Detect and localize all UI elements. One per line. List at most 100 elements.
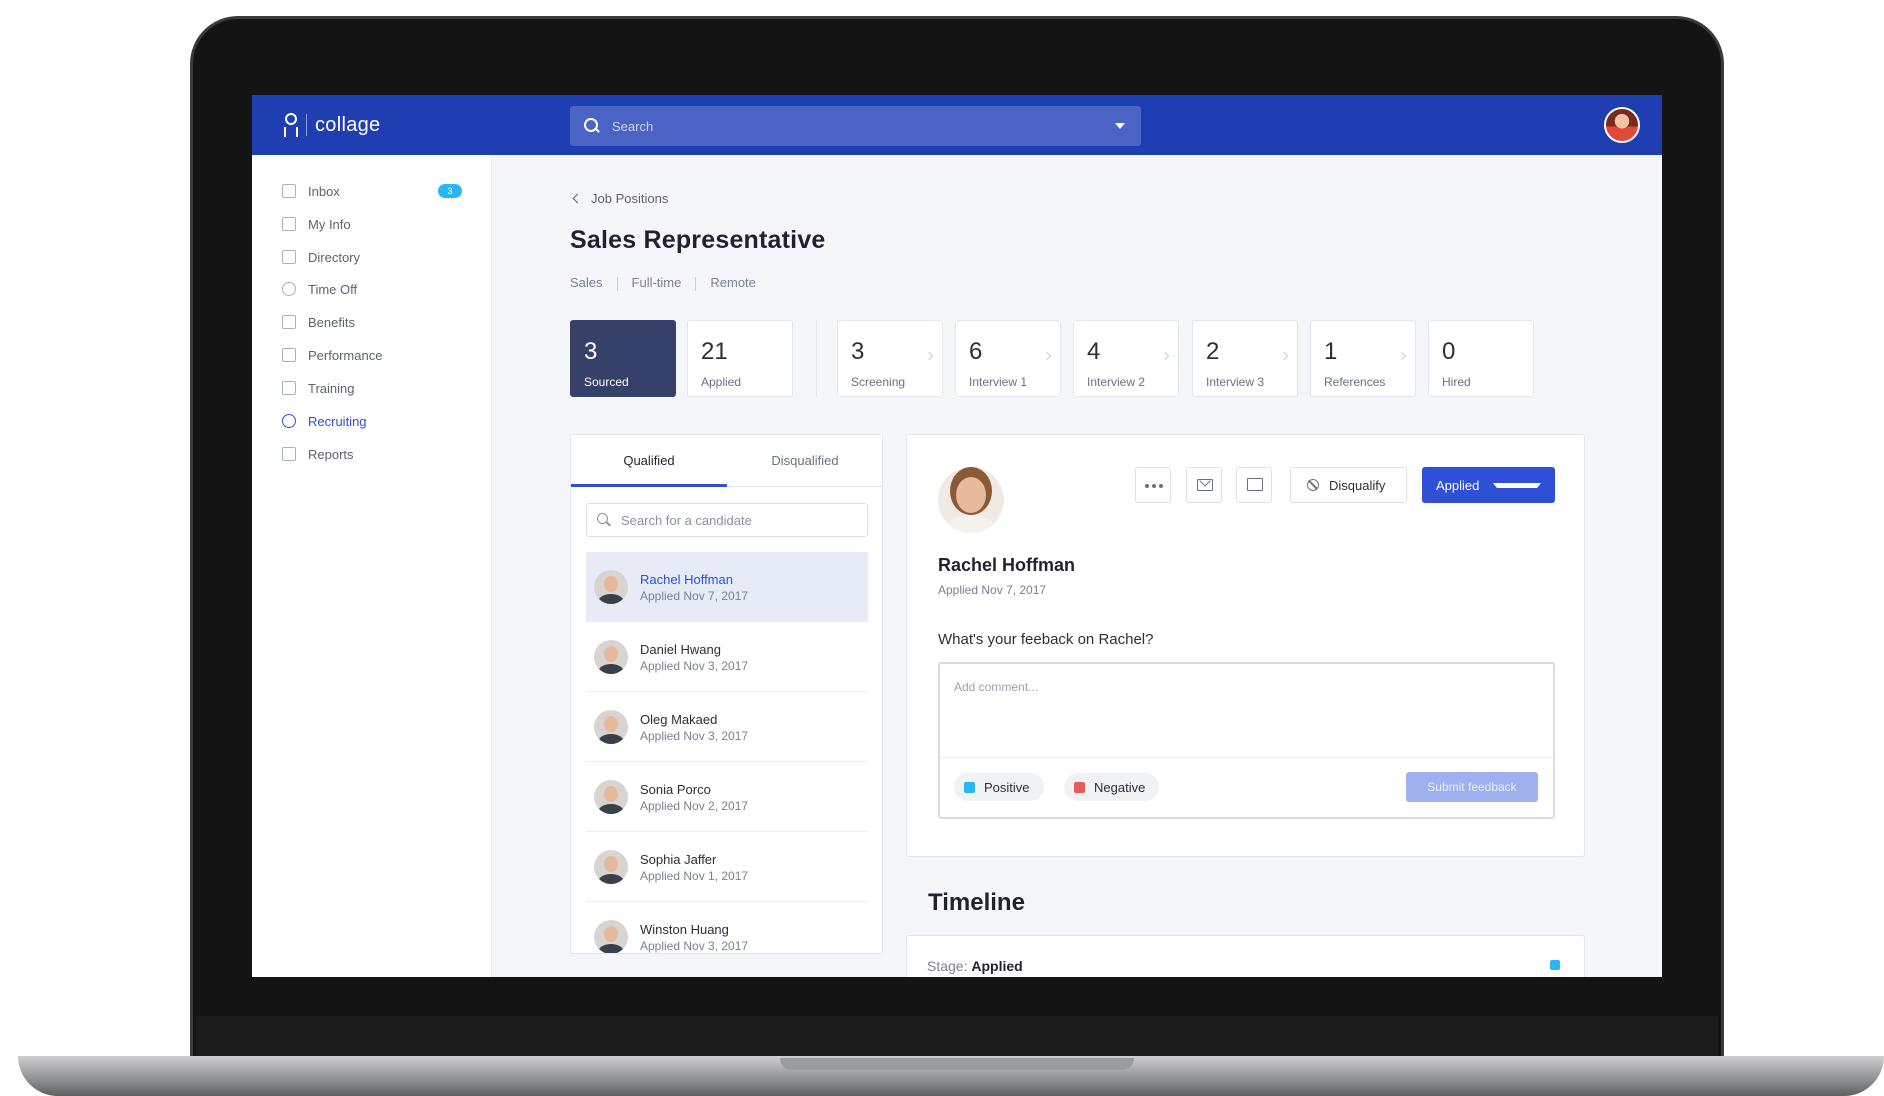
global-search[interactable]: Search bbox=[570, 106, 1141, 146]
timeline-entry: Stage: Applied bbox=[906, 935, 1585, 977]
stage-count: 0 bbox=[1442, 338, 1456, 365]
candidate-detail-name: Rachel Hoffman bbox=[938, 555, 1076, 575]
sidebar: Inbox 3 My Info Directory Time Off Benef… bbox=[252, 155, 492, 977]
job-tag-department: Sales bbox=[570, 275, 603, 290]
candidate-applied-date: Applied Nov 3, 2017 bbox=[640, 729, 749, 743]
candidate-row[interactable]: Rachel Hoffman Applied Nov 7, 2017 bbox=[586, 552, 868, 622]
sidebar-item-training[interactable]: Training bbox=[282, 378, 462, 398]
envelope-icon bbox=[1197, 479, 1213, 491]
search-icon bbox=[584, 118, 600, 134]
active-tab-indicator bbox=[571, 484, 727, 487]
timeline-stage-text: Stage: Applied bbox=[927, 958, 1023, 974]
ban-icon bbox=[1307, 479, 1319, 491]
person-icon bbox=[282, 217, 296, 231]
sidebar-item-directory[interactable]: Directory bbox=[282, 247, 462, 267]
search-input[interactable]: Search bbox=[612, 119, 1115, 134]
thumbs-down-icon bbox=[1074, 781, 1085, 793]
candidate-row[interactable]: Sonia Porco Applied Nov 2, 2017 bbox=[586, 762, 868, 832]
submit-feedback-button[interactable]: Submit feedback bbox=[1406, 772, 1538, 802]
candidate-avatar bbox=[594, 640, 628, 674]
candidate-avatar bbox=[594, 850, 628, 884]
job-tag-location: Remote bbox=[710, 275, 756, 290]
more-dots-icon bbox=[1145, 484, 1149, 488]
clock-icon bbox=[282, 282, 296, 296]
positive-button[interactable]: Positive bbox=[954, 773, 1044, 801]
chevron-right-icon bbox=[924, 351, 934, 361]
sidebar-item-time-off[interactable]: Time Off bbox=[282, 279, 462, 299]
breadcrumb[interactable]: Job Positions bbox=[572, 191, 668, 206]
candidate-row[interactable]: Sophia Jaffer Applied Nov 1, 2017 bbox=[586, 832, 868, 902]
laptop-bezel bbox=[196, 1016, 1718, 1060]
user-avatar[interactable] bbox=[1604, 107, 1640, 143]
breadcrumb-back-link[interactable]: Job Positions bbox=[591, 191, 668, 206]
stage-count: 6 bbox=[969, 338, 983, 365]
stage-card-interview-1[interactable]: 6 Interview 1 bbox=[955, 320, 1061, 397]
sidebar-item-label: Directory bbox=[308, 249, 361, 265]
candidate-avatar bbox=[594, 570, 628, 604]
stage-card-interview-3[interactable]: 2 Interview 3 bbox=[1192, 320, 1298, 397]
stage-count: 2 bbox=[1206, 338, 1220, 365]
stage-label: Applied bbox=[701, 375, 742, 389]
candidate-tabs: Qualified Disqualified bbox=[571, 435, 882, 487]
stage-label: Sourced bbox=[584, 375, 629, 389]
heart-icon bbox=[282, 315, 296, 329]
sidebar-item-reports[interactable]: Reports bbox=[282, 444, 462, 464]
stage-card-references[interactable]: 1 References bbox=[1310, 320, 1416, 397]
message-button[interactable] bbox=[1236, 467, 1272, 503]
chevron-right-icon bbox=[1279, 351, 1289, 361]
sidebar-item-performance[interactable]: Performance bbox=[282, 345, 462, 365]
candidate-row[interactable]: Oleg Makaed Applied Nov 3, 2017 bbox=[586, 692, 868, 762]
candidate-search-placeholder: Search for a candidate bbox=[621, 512, 752, 528]
negative-button[interactable]: Negative bbox=[1064, 773, 1160, 801]
tag-separator bbox=[616, 277, 618, 291]
page-title: Sales Representative bbox=[570, 226, 826, 254]
candidate-name: Rachel Hoffman bbox=[640, 572, 733, 587]
chevron-down-icon[interactable] bbox=[1115, 123, 1125, 129]
candidate-row[interactable]: Daniel Hwang Applied Nov 3, 2017 bbox=[586, 622, 868, 692]
stage-card-hired[interactable]: 0 Hired bbox=[1428, 320, 1534, 397]
timeline-heading: Timeline bbox=[928, 889, 1025, 916]
candidate-name: Sophia Jaffer bbox=[640, 852, 717, 867]
app-logo[interactable]: collage bbox=[280, 111, 380, 139]
tab-qualified[interactable]: Qualified bbox=[571, 453, 727, 468]
stage-card-applied[interactable]: 21 Applied bbox=[687, 320, 793, 397]
candidate-name: Winston Huang bbox=[640, 922, 729, 937]
timeline-stage-value: Applied bbox=[971, 958, 1023, 974]
sidebar-item-recruiting[interactable]: Recruiting bbox=[282, 411, 462, 431]
magnifier-icon bbox=[282, 414, 296, 428]
candidate-name: Daniel Hwang bbox=[640, 642, 721, 657]
stage-card-sourced[interactable]: 3 Sourced bbox=[570, 320, 676, 397]
candidate-applied-date: Applied Nov 7, 2017 bbox=[640, 589, 749, 603]
feedback-divider bbox=[940, 757, 1553, 758]
disqualify-label: Disqualify bbox=[1329, 477, 1386, 493]
candidate-search-input[interactable]: Search for a candidate bbox=[586, 503, 868, 537]
more-actions-button[interactable] bbox=[1135, 467, 1171, 503]
candidate-detail-panel: Rachel Hoffman Applied Nov 7, 2017 Disqu… bbox=[906, 434, 1585, 857]
stage-select-dropdown[interactable]: Applied bbox=[1422, 467, 1555, 503]
sidebar-item-label: Training bbox=[308, 380, 355, 396]
tab-disqualified[interactable]: Disqualified bbox=[727, 453, 882, 468]
stage-card-interview-2[interactable]: 4 Interview 2 bbox=[1073, 320, 1179, 397]
chevron-right-icon bbox=[1042, 351, 1052, 361]
job-tag-type: Full-time bbox=[631, 275, 682, 290]
logo-separator bbox=[306, 114, 307, 136]
person-logo-icon bbox=[280, 111, 302, 139]
inbox-icon bbox=[282, 184, 296, 198]
sidebar-item-my-info[interactable]: My Info bbox=[282, 214, 462, 234]
feedback-question: What's your feeback on Rachel? bbox=[938, 631, 1154, 648]
tag-separator bbox=[695, 277, 697, 291]
sidebar-item-inbox[interactable]: Inbox 3 bbox=[282, 181, 462, 201]
app-screen: collage Search Inbox 3 My Info Directory… bbox=[252, 95, 1662, 977]
sidebar-item-label: Time Off bbox=[308, 281, 358, 297]
sidebar-item-benefits[interactable]: Benefits bbox=[282, 312, 462, 332]
disqualify-button[interactable]: Disqualify bbox=[1290, 467, 1407, 503]
timeline-stage-prefix: Stage: bbox=[927, 958, 968, 974]
candidate-list-panel: Qualified Disqualified Search for a cand… bbox=[570, 434, 883, 954]
candidate-row[interactable]: Winston Huang Applied Nov 3, 2017 bbox=[586, 902, 868, 953]
candidate-avatar bbox=[594, 710, 628, 744]
chevron-left-icon bbox=[572, 193, 583, 204]
stage-count: 3 bbox=[584, 338, 598, 365]
email-button[interactable] bbox=[1186, 467, 1222, 503]
comment-textarea[interactable]: Add comment... bbox=[954, 680, 1038, 694]
stage-card-screening[interactable]: 3 Screening bbox=[837, 320, 943, 397]
